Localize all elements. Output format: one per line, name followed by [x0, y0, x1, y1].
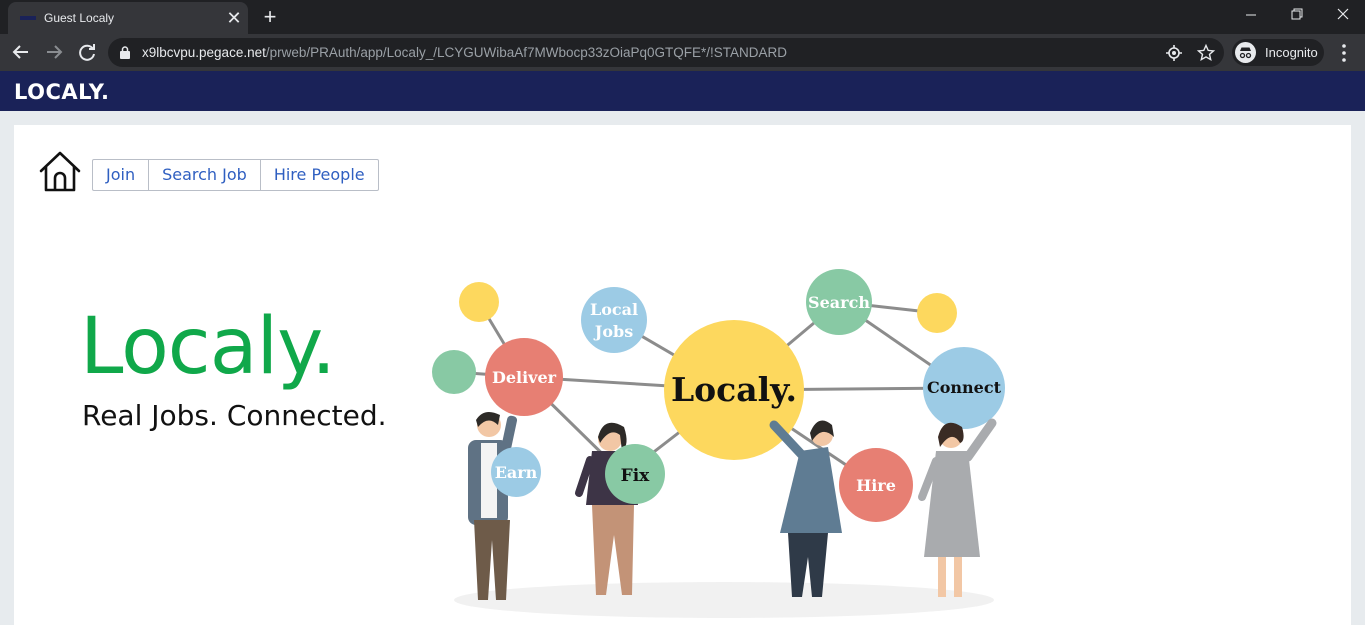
hero-logo-text: Localy.	[80, 302, 336, 392]
join-button[interactable]: Join	[93, 160, 150, 190]
lock-icon	[120, 46, 130, 59]
back-arrow-icon[interactable]	[8, 39, 34, 65]
new-tab-button[interactable]: +	[258, 5, 282, 29]
app-header: LOCALY.	[0, 71, 1365, 111]
bubble-label-deliver: Deliver	[492, 368, 557, 387]
search-job-button[interactable]: Search Job	[149, 160, 261, 190]
url-text: x9lbcvpu.pegace.net/prweb/PRAuth/app/Loc…	[142, 45, 788, 60]
incognito-badge[interactable]: Incognito	[1232, 39, 1324, 66]
bubble-label-fix: Fix	[621, 466, 651, 486]
yellow-bubble	[917, 293, 957, 333]
bubble-label-hire: Hire	[856, 476, 896, 495]
main-content-card: Join Search Job Hire People Localy. Real…	[14, 125, 1351, 625]
browser-menu-icon[interactable]	[1336, 42, 1352, 64]
person-right	[918, 418, 997, 597]
incognito-icon	[1235, 42, 1256, 63]
incognito-label: Incognito	[1265, 45, 1318, 60]
tab-close-icon[interactable]: ✕	[224, 8, 244, 28]
local-jobs-bubble	[581, 287, 647, 353]
location-target-icon[interactable]	[1164, 43, 1184, 63]
hire-people-button[interactable]: Hire People	[261, 160, 378, 190]
person-mid-right	[769, 420, 842, 597]
browser-tab-bar: Guest Localy ✕ +	[0, 0, 1365, 34]
browser-toolbar: x9lbcvpu.pegace.net/prweb/PRAuth/app/Loc…	[0, 34, 1365, 71]
nav-button-group: Join Search Job Hire People	[92, 159, 379, 191]
brand-logo[interactable]: LOCALY.	[14, 80, 109, 104]
tab-title: Guest Localy	[44, 11, 115, 25]
bubble-label-local: Local	[590, 300, 638, 319]
home-icon[interactable]	[38, 150, 82, 192]
bubble-label-search: Search	[808, 293, 870, 312]
forward-arrow-icon[interactable]	[41, 39, 67, 65]
browser-tab[interactable]: Guest Localy ✕	[8, 2, 248, 34]
favicon-icon	[20, 16, 36, 20]
bookmark-star-icon[interactable]	[1196, 43, 1216, 63]
hero-illustration: Local Jobs Search Deliver Localy. Connec…	[432, 269, 1005, 618]
address-bar[interactable]: x9lbcvpu.pegace.net/prweb/PRAuth/app/Loc…	[108, 38, 1224, 67]
bubble-label-jobs: Jobs	[593, 322, 633, 341]
close-window-icon[interactable]	[1320, 0, 1365, 30]
minimize-icon[interactable]	[1228, 0, 1274, 30]
bubble-label-localy: Localy.	[671, 370, 797, 409]
bubble-label-earn: Earn	[495, 463, 538, 482]
yellow-bubble	[459, 282, 499, 322]
reload-icon[interactable]	[74, 39, 100, 65]
restore-icon[interactable]	[1274, 0, 1320, 30]
person-left	[468, 411, 518, 600]
bubble-label-connect: Connect	[927, 378, 1002, 397]
green-bubble	[432, 350, 476, 394]
hero-tagline: Real Jobs. Connected.	[82, 399, 387, 432]
